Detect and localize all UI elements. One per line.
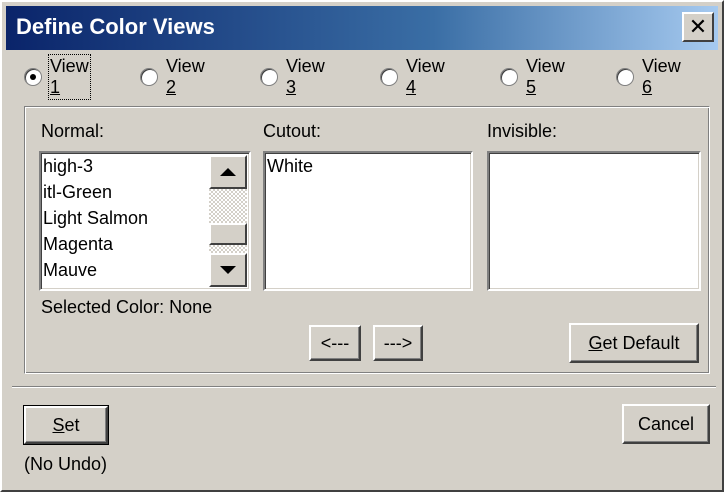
normal-listbox[interactable]: high-3 itl-Green Light Salmon Magenta Ma… <box>39 151 251 291</box>
list-item[interactable]: White <box>265 153 471 179</box>
view-4-key: 4 <box>406 77 417 97</box>
cutout-label: Cutout: <box>263 121 322 141</box>
cancel-label: Cancel <box>637 413 695 434</box>
selected-color-text: Selected Color: None <box>41 297 213 317</box>
dialog-title: Define Color Views <box>16 14 215 39</box>
view-6-key: 6 <box>642 77 653 97</box>
get-default-rest: et Default <box>602 332 680 353</box>
get-default-button[interactable]: Get Default <box>569 323 699 363</box>
view-4-prefix: View <box>406 56 445 76</box>
set-label: Set <box>52 415 79 436</box>
radio-unselected-icon <box>616 68 634 86</box>
cutout-listbox[interactable]: White <box>263 151 473 291</box>
view-6-radio[interactable]: View 6 <box>616 56 681 97</box>
view-2-label: View 2 <box>166 56 205 98</box>
view-5-prefix: View <box>526 56 565 76</box>
color-lists-panel: Normal: Cutout: Invisible: high-3 itl-Gr… <box>24 106 710 374</box>
normal-scrollbar[interactable] <box>209 155 247 287</box>
view-6-prefix: View <box>642 56 681 76</box>
scroll-down-button[interactable] <box>209 253 247 287</box>
view-5-label: View 5 <box>526 56 565 98</box>
arrow-down-icon <box>220 266 236 274</box>
get-default-key: G <box>588 332 603 353</box>
view-1-prefix: View <box>50 56 89 76</box>
view-2-prefix: View <box>166 56 205 76</box>
scroll-thumb[interactable] <box>209 223 247 245</box>
close-button[interactable]: ✕ <box>682 12 714 42</box>
radio-selected-icon <box>24 68 42 86</box>
view-6-label: View 6 <box>642 56 681 98</box>
radio-unselected-icon <box>140 68 158 86</box>
view-1-label: View 1 <box>48 54 91 100</box>
radio-unselected-icon <box>380 68 398 86</box>
invisible-label: Invisible: <box>487 121 558 141</box>
move-right-button[interactable]: ---> <box>373 325 423 361</box>
view-5-key: 5 <box>526 77 537 97</box>
get-default-label: Get Default <box>588 333 679 354</box>
move-right-label: ---> <box>383 332 413 353</box>
arrow-up-icon <box>220 168 236 176</box>
view-3-radio[interactable]: View 3 <box>260 56 325 97</box>
normal-label: Normal: <box>41 121 105 141</box>
scroll-up-button[interactable] <box>209 155 247 189</box>
view-4-label: View 4 <box>406 56 445 98</box>
view-3-key: 3 <box>286 77 297 97</box>
view-4-radio[interactable]: View 4 <box>380 56 445 97</box>
invisible-listbox[interactable] <box>487 151 701 291</box>
title-bar[interactable]: Define Color Views ✕ <box>6 6 718 50</box>
view-5-radio[interactable]: View 5 <box>500 56 565 97</box>
view-1-key: 1 <box>50 77 61 97</box>
close-icon: ✕ <box>688 14 708 39</box>
view-1-radio[interactable]: View 1 <box>24 54 91 100</box>
radio-unselected-icon <box>260 68 278 86</box>
dialog-window: Define Color Views ✕ View 1 View 2 View … <box>0 0 724 492</box>
divider <box>12 386 716 388</box>
no-undo-text: (No Undo) <box>24 454 108 474</box>
radio-unselected-icon <box>500 68 518 86</box>
set-button[interactable]: Set <box>23 405 109 445</box>
set-rest: et <box>64 414 80 435</box>
view-2-radio[interactable]: View 2 <box>140 56 205 97</box>
set-key: S <box>52 414 65 435</box>
view-2-key: 2 <box>166 77 177 97</box>
move-left-label: <--- <box>320 332 350 353</box>
cancel-button[interactable]: Cancel <box>622 404 710 444</box>
move-left-button[interactable]: <--- <box>309 325 361 361</box>
view-3-label: View 3 <box>286 56 325 98</box>
view-3-prefix: View <box>286 56 325 76</box>
